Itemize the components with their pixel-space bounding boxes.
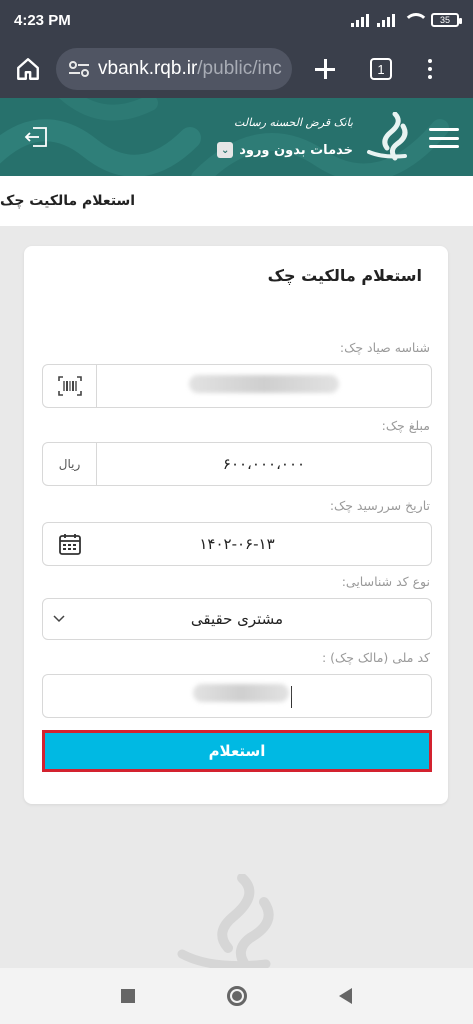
url-bar[interactable]: vbank.rqb.ir/public/inc xyxy=(56,48,292,90)
barcode-scan-button[interactable] xyxy=(43,365,97,407)
due-date-field[interactable]: ۱۴۰۲-۰۶-۱۳ xyxy=(42,522,432,566)
wifi-icon xyxy=(403,13,429,27)
page-title: استعلام مالکیت چک xyxy=(0,176,473,226)
browser-toolbar: vbank.rqb.ir/public/inc 1 xyxy=(0,40,473,98)
url-host: vbank.rqb.ir xyxy=(98,58,198,79)
home-button[interactable] xyxy=(10,51,46,87)
sayad-label: شناسه صیاد چک: xyxy=(339,340,430,355)
menu-button[interactable] xyxy=(429,128,459,148)
tab-switcher-button[interactable]: 1 xyxy=(370,58,392,80)
amount-label: مبلغ چک: xyxy=(381,418,430,433)
signal-icon xyxy=(351,13,369,27)
chevron-down-icon xyxy=(53,615,65,623)
card-title: استعلام مالکیت چک xyxy=(267,266,422,285)
tab-count: 1 xyxy=(377,61,385,77)
recents-button[interactable] xyxy=(121,989,135,1003)
bank-logo-icon xyxy=(367,112,408,161)
battery-level: 35 xyxy=(439,15,450,25)
currency-addon: ریال xyxy=(43,443,97,485)
due-date-label: تاریخ سررسید چک: xyxy=(329,498,430,513)
amount-value: ۶۰۰،۰۰۰،۰۰۰ xyxy=(222,455,306,473)
site-settings-icon[interactable] xyxy=(68,60,90,78)
back-button[interactable] xyxy=(339,988,352,1004)
submit-inquiry-button[interactable]: استعلام xyxy=(42,730,432,772)
sayad-id-field[interactable] xyxy=(42,364,432,408)
barcode-icon xyxy=(57,376,82,396)
home-icon xyxy=(17,58,39,80)
sayad-id-value xyxy=(97,375,431,397)
url-path: /public/inc xyxy=(197,58,282,79)
due-date-value: ۱۴۰۲-۰۶-۱۳ xyxy=(199,535,275,553)
national-code-value xyxy=(43,683,431,709)
id-type-value: مشتری حقیقی xyxy=(190,610,284,628)
system-nav-bar xyxy=(0,968,473,1024)
inquiry-card: استعلام مالکیت چک شناسه صیاد چک: مبلغ چک… xyxy=(24,246,448,804)
signal-icon-2 xyxy=(377,13,395,27)
national-code-field[interactable] xyxy=(42,674,432,718)
watermark-logo-icon xyxy=(177,874,274,970)
calendar-button[interactable] xyxy=(43,523,97,565)
bank-name: بانک قرض الحسنه رسالت xyxy=(233,116,353,129)
amount-field[interactable]: ریال ۶۰۰،۰۰۰،۰۰۰ xyxy=(42,442,432,486)
id-type-select[interactable]: مشتری حقیقی xyxy=(42,598,432,640)
browser-menu-button[interactable] xyxy=(428,59,432,79)
chevron-down-icon: ⌄ xyxy=(217,142,234,158)
id-type-label: نوع کد شناسایی: xyxy=(341,574,430,589)
services-label: خدمات بدون ورود xyxy=(239,142,353,158)
status-bar: 4:23 PM 35 xyxy=(0,0,473,40)
login-exit-icon[interactable] xyxy=(24,124,50,150)
services-dropdown[interactable]: خدمات بدون ورود ⌄ xyxy=(217,142,353,158)
calendar-icon xyxy=(59,534,81,555)
app-header: بانک قرض الحسنه رسالت خدمات بدون ورود ⌄ xyxy=(0,98,473,176)
status-time: 4:23 PM xyxy=(14,11,71,29)
national-code-label: کد ملی (مالک چک) : xyxy=(321,650,430,665)
home-nav-button[interactable] xyxy=(227,986,247,1006)
new-tab-button[interactable] xyxy=(310,54,340,84)
battery-icon: 35 xyxy=(431,13,462,27)
